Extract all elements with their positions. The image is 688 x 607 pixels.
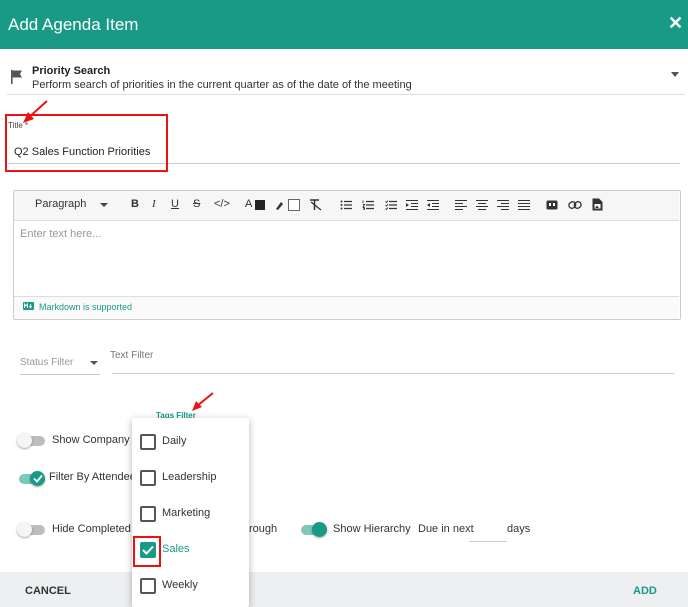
annotation-arrow-icon — [23, 100, 48, 123]
tag-checkbox-weekly[interactable] — [140, 578, 156, 594]
dialog-footer — [0, 572, 688, 607]
dialog-title: Add Agenda Item — [8, 15, 139, 34]
indent-icon[interactable] — [406, 200, 418, 210]
clear-format-icon[interactable] — [309, 199, 322, 211]
checklist-icon[interactable] — [385, 200, 397, 210]
text-filter-underline — [112, 373, 674, 374]
chevron-down-icon[interactable] — [100, 203, 108, 207]
dialog-header: Add Agenda Item ✕ — [0, 0, 688, 49]
chevron-down-icon[interactable] — [671, 72, 679, 77]
highlight-box-sales — [133, 536, 161, 567]
status-filter-underline — [20, 374, 100, 375]
markdown-icon — [23, 302, 34, 310]
show-hierarchy-label: Show Hierarchy — [333, 523, 411, 535]
underline-button[interactable]: U — [171, 198, 179, 210]
hide-completed-label: Hide Completed — [52, 523, 131, 535]
flag-icon — [11, 70, 22, 84]
toggle-knob[interactable] — [17, 522, 32, 537]
bullet-list-icon[interactable] — [340, 200, 352, 210]
align-center-icon[interactable] — [476, 200, 488, 210]
status-filter-select[interactable]: Status Filter — [20, 357, 73, 368]
font-color-swatch — [255, 200, 265, 210]
due-in-next-input[interactable] — [469, 541, 507, 542]
annotation-arrow-icon — [192, 392, 214, 411]
toggle-knob[interactable] — [312, 522, 327, 537]
tag-label[interactable]: Leadership — [162, 471, 216, 483]
align-right-icon[interactable] — [497, 200, 509, 210]
due-days-suffix: days — [507, 523, 531, 535]
align-justify-icon[interactable] — [518, 200, 530, 210]
editor-body[interactable]: Enter text here... — [20, 228, 101, 240]
highlighter-icon[interactable] — [274, 199, 286, 211]
due-in-next-label: Due in next — [418, 523, 474, 535]
tag-label[interactable]: Sales — [162, 543, 190, 555]
filter-by-attendee-label: Filter By Attendee — [49, 471, 136, 483]
divider — [7, 94, 685, 95]
show-company-label: Show Company O — [52, 434, 142, 446]
toggle-knob[interactable] — [17, 433, 32, 448]
outdent-icon[interactable] — [427, 200, 439, 210]
image-file-icon[interactable] — [592, 198, 603, 211]
agenda-type-description: Perform search of priorities in the curr… — [32, 79, 412, 91]
tag-checkbox-daily[interactable] — [140, 434, 156, 450]
show-through-label: rough — [249, 523, 278, 535]
tag-label[interactable]: Weekly — [162, 579, 198, 591]
link-icon[interactable] — [568, 199, 582, 211]
check-icon — [33, 474, 43, 483]
code-button[interactable]: </> — [214, 198, 230, 210]
text-filter-input[interactable]: Text Filter — [110, 350, 153, 361]
close-icon[interactable]: ✕ — [668, 13, 683, 34]
numbered-list-icon[interactable] — [362, 200, 374, 210]
embed-icon[interactable] — [546, 199, 558, 211]
block-format-select[interactable]: Paragraph — [35, 198, 86, 210]
align-left-icon[interactable] — [455, 200, 467, 210]
agenda-type-name: Priority Search — [32, 65, 111, 77]
cancel-button[interactable]: CANCEL — [25, 585, 71, 597]
add-button[interactable]: ADD — [633, 585, 657, 597]
highlight-color-swatch — [288, 199, 300, 211]
italic-button[interactable]: I — [152, 198, 156, 210]
strikethrough-button[interactable]: S — [193, 198, 200, 210]
tag-checkbox-marketing[interactable] — [140, 506, 156, 522]
markdown-supported-note: Markdown is supported — [39, 302, 133, 312]
font-color-button[interactable]: A — [245, 198, 252, 210]
tag-label[interactable]: Daily — [162, 435, 186, 447]
chevron-down-icon[interactable] — [90, 361, 98, 365]
tag-checkbox-leadership[interactable] — [140, 470, 156, 486]
tag-label[interactable]: Marketing — [162, 507, 210, 519]
bold-button[interactable]: B — [131, 198, 139, 210]
